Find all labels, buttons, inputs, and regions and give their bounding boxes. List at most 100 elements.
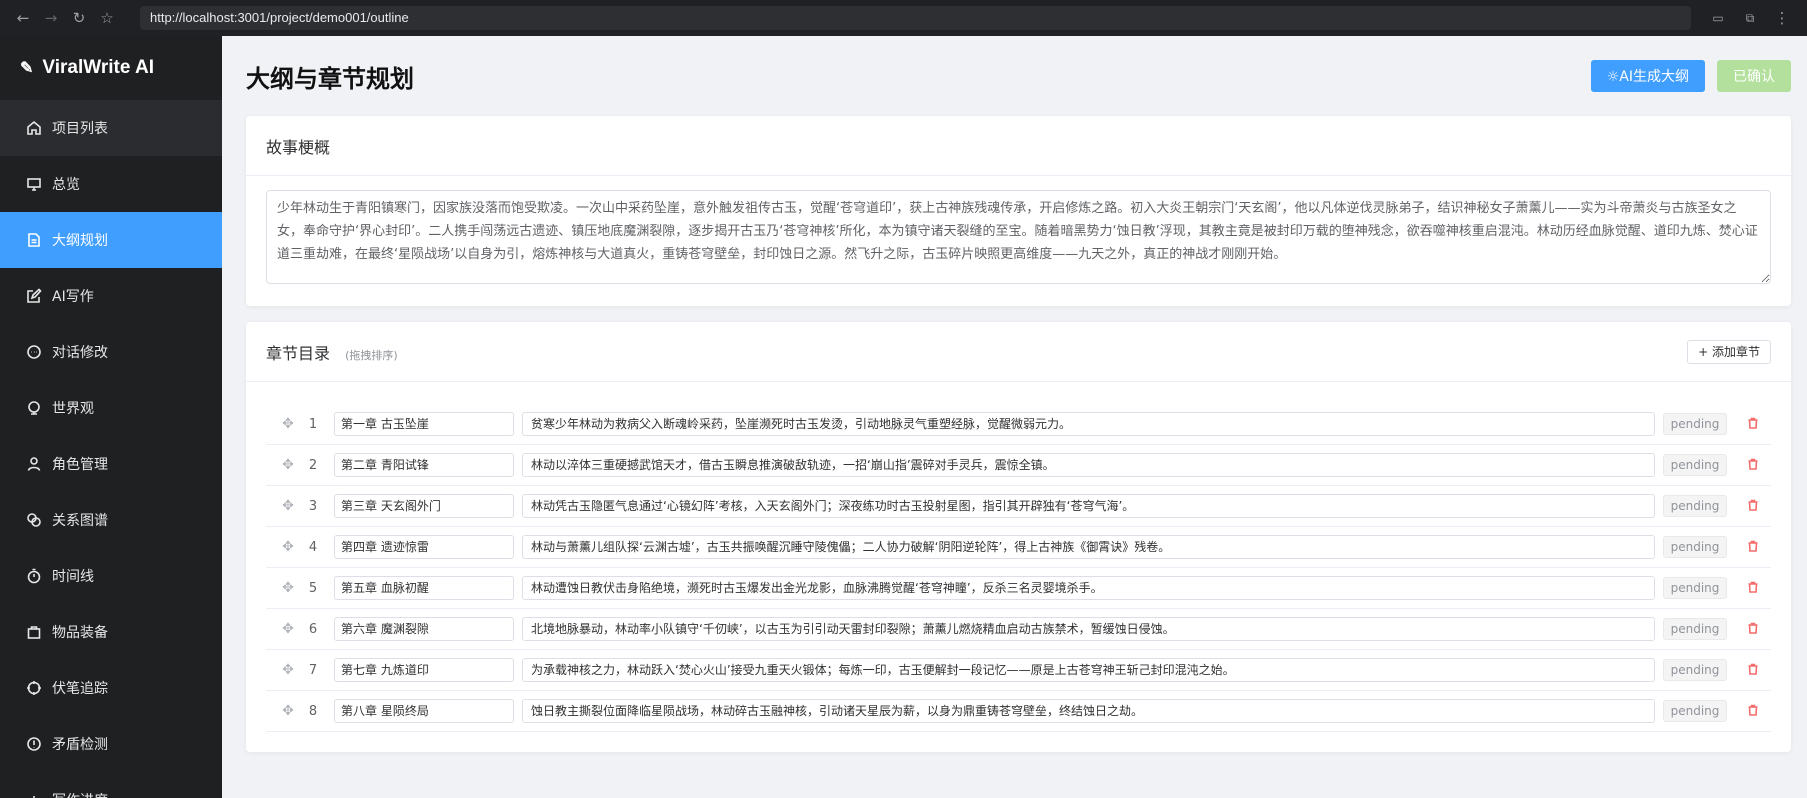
page-header: 大纲与章节规划 ☼AI生成大纲 已确认 xyxy=(246,36,1791,116)
chapter-title-input[interactable]: 第八章 星陨终局 xyxy=(334,699,514,723)
sidebar-item-outline[interactable]: 大纲规划 xyxy=(0,212,222,268)
address-bar[interactable]: http://localhost:3001/project/demo001/ou… xyxy=(140,6,1691,30)
extensions-icon[interactable]: ⧉ xyxy=(1737,5,1763,31)
sidebar-item-ai-writing[interactable]: AI写作 xyxy=(0,268,222,324)
monitor-icon xyxy=(26,176,42,192)
sidebar-item-label: 项目列表 xyxy=(52,121,108,137)
trash-icon[interactable] xyxy=(1743,499,1763,514)
chapter-summary-input[interactable]: 林动与萧薰儿组队探‘云渊古墟’，古玉共振唤醒沉睡守陵傀儡；二人协力破解‘阴阳逆轮… xyxy=(522,535,1655,559)
sidebar-item-dialog-edit[interactable]: 对话修改 xyxy=(0,324,222,380)
status-badge: pending xyxy=(1663,618,1727,640)
sidebar-item-conflict-check[interactable]: 矛盾检测 xyxy=(0,716,222,772)
sidebar-item-label: 角色管理 xyxy=(52,457,108,473)
menu-dots-icon[interactable]: ⋮ xyxy=(1769,5,1795,31)
chapter-summary-input[interactable]: 林动遭蚀日教伏击身陷绝境，濒死时古玉爆发出金光龙影，血脉沸腾觉醒‘苍穹神瞳’，反… xyxy=(522,576,1655,600)
chapter-header: 章节目录 (拖拽排序) + 添加章节 xyxy=(246,322,1791,382)
chapter-row[interactable]: ✥ 7 第七章 九炼道印 为承载神核之力，林动跃入‘焚心火山’接受九重天火锻体；… xyxy=(266,650,1771,691)
sidebar-item-label: AI写作 xyxy=(52,289,94,305)
sidebar-item-relationship-graph[interactable]: 关系图谱 xyxy=(0,492,222,548)
chapter-number: 6 xyxy=(308,621,318,637)
status-badge: pending xyxy=(1663,495,1727,517)
chapter-title-input[interactable]: 第二章 青阳试锋 xyxy=(334,453,514,477)
chapter-summary-input[interactable]: 蚀日教主撕裂位面降临星陨战场，林动碎古玉融神核，引动诸天星辰为薪，以身为鼎重铸苍… xyxy=(522,699,1655,723)
trash-icon[interactable] xyxy=(1743,540,1763,555)
synopsis-title: 故事梗概 xyxy=(266,137,331,157)
chapter-summary-input[interactable]: 林动以淬体三重硬撼武馆天才，借古玉瞬息推演破敌轨迹，一招‘崩山指’震碎对手灵兵，… xyxy=(522,453,1655,477)
trash-icon[interactable] xyxy=(1743,704,1763,719)
chapter-title-input[interactable]: 第三章 天玄阁外门 xyxy=(334,494,514,518)
chapter-summary-input[interactable]: 为承载神核之力，林动跃入‘焚心火山’接受九重天火锻体；每炼一印，古玉便解封一段记… xyxy=(522,658,1655,682)
chapter-number: 2 xyxy=(308,457,318,473)
ai-generate-outline-button[interactable]: ☼AI生成大纲 xyxy=(1590,60,1705,92)
chapter-number: 3 xyxy=(308,498,318,514)
sidebar-item-timeline[interactable]: 时间线 xyxy=(0,548,222,604)
status-badge: pending xyxy=(1663,413,1727,435)
drag-handle-icon[interactable]: ✥ xyxy=(274,457,302,473)
status-badge: pending xyxy=(1663,536,1727,558)
drag-handle-icon[interactable]: ✥ xyxy=(274,703,302,719)
target-icon xyxy=(26,680,42,696)
status-badge: pending xyxy=(1663,659,1727,681)
sidebar-item-characters[interactable]: 角色管理 xyxy=(0,436,222,492)
bookmark-star-icon[interactable]: ☆ xyxy=(94,5,120,31)
chapter-title-input[interactable]: 第六章 魔渊裂隙 xyxy=(334,617,514,641)
chapter-summary-input[interactable]: 贫寒少年林动为救病父入断魂岭采药，坠崖濒死时古玉发烫，引动地脉灵气重塑经脉，觉醒… xyxy=(522,412,1655,436)
link-icon xyxy=(26,512,42,528)
sidebar-item-projects[interactable]: 项目列表 xyxy=(0,100,222,156)
chapter-row[interactable]: ✥ 5 第五章 血脉初醒 林动遭蚀日教伏击身陷绝境，濒死时古玉爆发出金光龙影，血… xyxy=(266,568,1771,609)
sidebar-item-label: 大纲规划 xyxy=(52,233,108,249)
drag-handle-icon[interactable]: ✥ xyxy=(274,539,302,555)
cast-icon[interactable]: ▭ xyxy=(1705,5,1731,31)
chapter-number: 7 xyxy=(308,662,318,678)
chapter-row[interactable]: ✥ 1 第一章 古玉坠崖 贫寒少年林动为救病父入断魂岭采药，坠崖濒死时古玉发烫，… xyxy=(266,404,1771,445)
bag-icon xyxy=(26,624,42,640)
reload-icon[interactable]: ↻ xyxy=(66,5,92,31)
drag-handle-icon[interactable]: ✥ xyxy=(274,580,302,596)
chapter-number: 5 xyxy=(308,580,318,596)
sidebar-item-label: 世界观 xyxy=(52,401,94,417)
trash-icon[interactable] xyxy=(1743,458,1763,473)
drag-handle-icon[interactable]: ✥ xyxy=(274,498,302,514)
pen-icon: ✎ xyxy=(20,60,34,77)
chapter-row[interactable]: ✥ 6 第六章 魔渊裂隙 北境地脉暴动，林动率小队镇守‘千仞峡’，以古玉为引引动… xyxy=(266,609,1771,650)
synopsis-header: 故事梗概 xyxy=(246,116,1791,176)
chapter-row[interactable]: ✥ 3 第三章 天玄阁外门 林动凭古玉隐匿气息通过‘心镜幻阵’考核，入天玄阁外门… xyxy=(266,486,1771,527)
brand-name: ViralWrite AI xyxy=(42,57,154,78)
trash-icon[interactable] xyxy=(1743,622,1763,637)
sidebar-item-progress[interactable]: 写作进度 xyxy=(0,772,222,798)
chapter-number: 1 xyxy=(308,416,318,432)
chapter-row[interactable]: ✥ 2 第二章 青阳试锋 林动以淬体三重硬撼武馆天才，借古玉瞬息推演破敌轨迹，一… xyxy=(266,445,1771,486)
trash-icon[interactable] xyxy=(1743,663,1763,678)
sidebar-item-overview[interactable]: 总览 xyxy=(0,156,222,212)
chapter-heading: 章节目录 (拖拽排序) xyxy=(266,340,398,364)
confirmed-button[interactable]: 已确认 xyxy=(1717,60,1791,92)
chapter-summary-input[interactable]: 北境地脉暴动，林动率小队镇守‘千仞峡’，以古玉为引引动天雷封印裂隙；萧薰儿燃烧精… xyxy=(522,617,1655,641)
status-badge: pending xyxy=(1663,577,1727,599)
add-chapter-button[interactable]: + 添加章节 xyxy=(1687,339,1771,364)
drag-handle-icon[interactable]: ✥ xyxy=(274,662,302,678)
brand: ✎ ViralWrite AI xyxy=(0,36,222,100)
sidebar-item-foreshadowing[interactable]: 伏笔追踪 xyxy=(0,660,222,716)
trash-icon[interactable] xyxy=(1743,417,1763,432)
synopsis-textarea[interactable]: 少年林动生于青阳镇寒门，因家族没落而饱受欺凌。一次山中采药坠崖，意外触发祖传古玉… xyxy=(266,190,1771,284)
drag-sort-hint: (拖拽排序) xyxy=(345,348,398,362)
status-badge: pending xyxy=(1663,454,1727,476)
drag-handle-icon[interactable]: ✥ xyxy=(274,416,302,432)
home-icon xyxy=(26,120,42,136)
sidebar-item-worldview[interactable]: 世界观 xyxy=(0,380,222,436)
back-arrow-icon[interactable]: ← xyxy=(10,5,36,31)
chapter-title-input[interactable]: 第七章 九炼道印 xyxy=(334,658,514,682)
chapter-title-input[interactable]: 第五章 血脉初醒 xyxy=(334,576,514,600)
chapter-summary-input[interactable]: 林动凭古玉隐匿气息通过‘心镜幻阵’考核，入天玄阁外门；深夜练功时古玉投射星图，指… xyxy=(522,494,1655,518)
forward-arrow-icon[interactable]: → xyxy=(38,5,64,31)
chapter-number: 4 xyxy=(308,539,318,555)
trash-icon[interactable] xyxy=(1743,581,1763,596)
chapter-title-input[interactable]: 第四章 遗迹惊雷 xyxy=(334,535,514,559)
drag-handle-icon[interactable]: ✥ xyxy=(274,621,302,637)
chapter-row[interactable]: ✥ 4 第四章 遗迹惊雷 林动与萧薰儿组队探‘云渊古墟’，古玉共振唤醒沉睡守陵傀… xyxy=(266,527,1771,568)
main-content: 大纲与章节规划 ☼AI生成大纲 已确认 故事梗概 少年林动生于青阳镇寒门，因家族… xyxy=(222,36,1807,798)
chapter-row[interactable]: ✥ 8 第八章 星陨终局 蚀日教主撕裂位面降临星陨战场，林动碎古玉融神核，引动诸… xyxy=(266,691,1771,732)
chapter-title-input[interactable]: 第一章 古玉坠崖 xyxy=(334,412,514,436)
sidebar-item-label: 写作进度 xyxy=(52,790,108,798)
sidebar-item-items[interactable]: 物品装备 xyxy=(0,604,222,660)
